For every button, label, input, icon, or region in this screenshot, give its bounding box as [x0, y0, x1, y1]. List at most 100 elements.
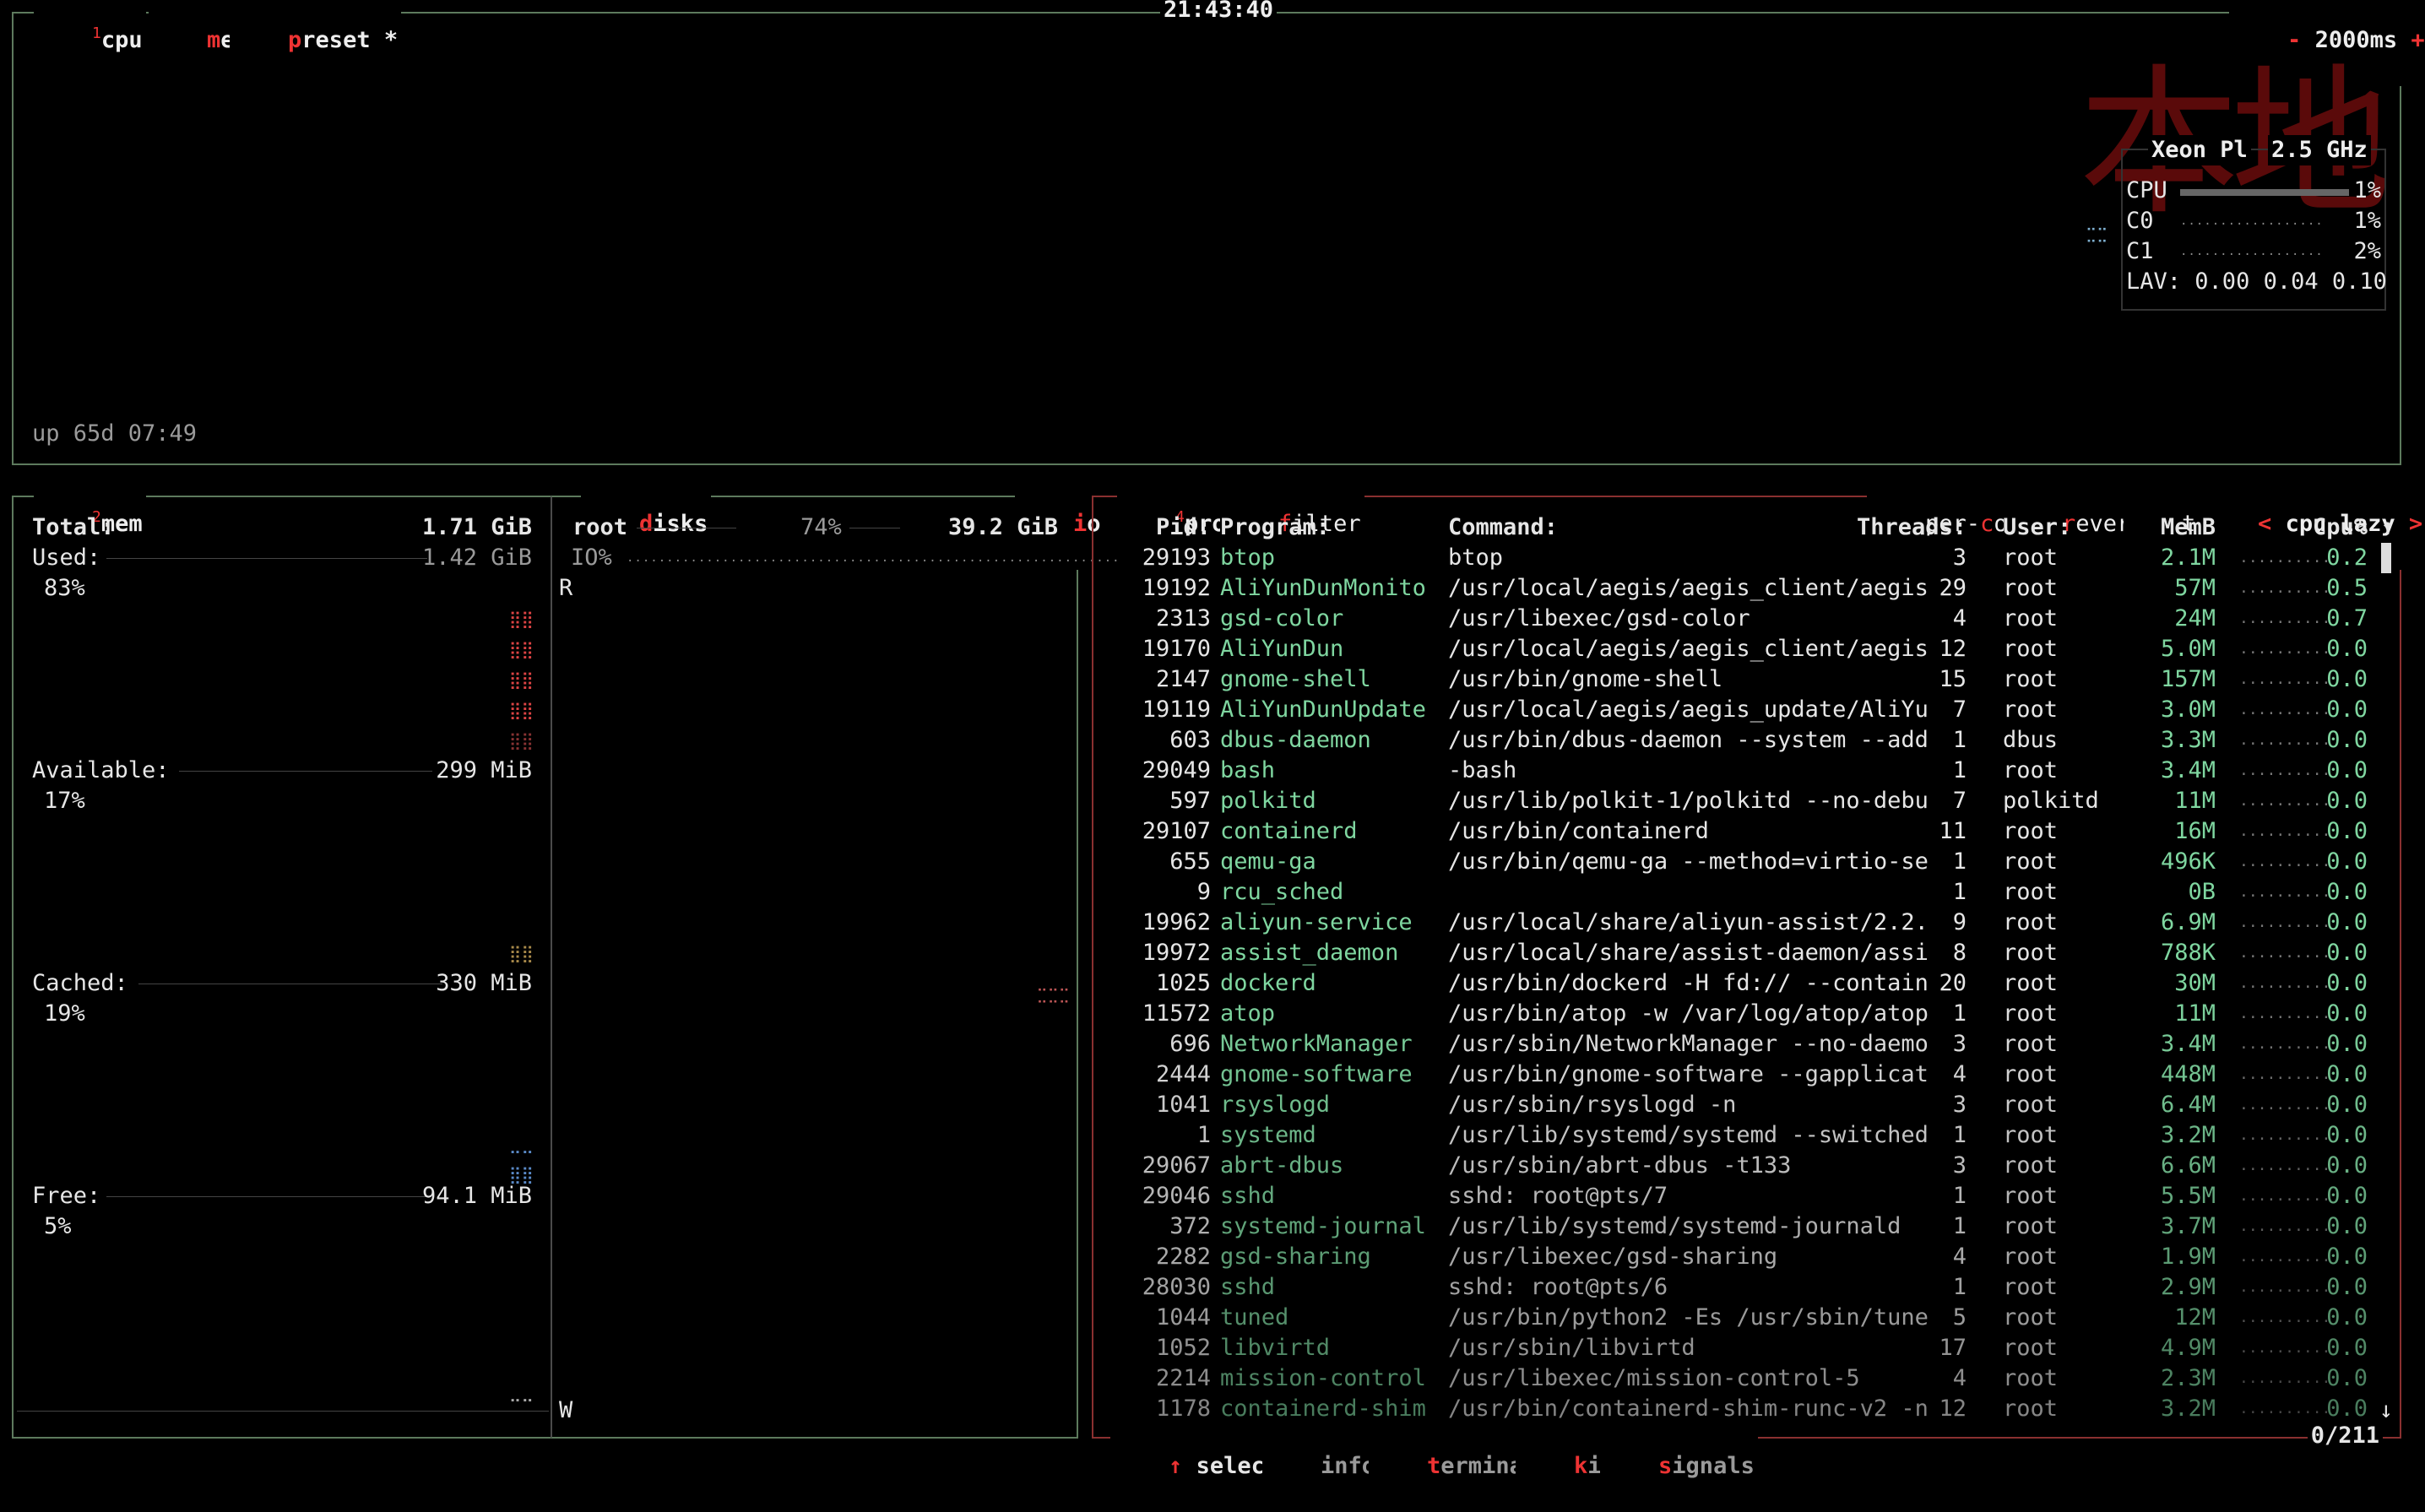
cell-threads: 11	[1939, 818, 1967, 844]
cell-program: tuned	[1220, 1304, 1289, 1330]
table-row[interactable]: 1 systemd/usr/lib/systemd/systemd --switc…	[1093, 1120, 2401, 1151]
table-row[interactable]: 19192 AliYunDunMonito/usr/local/aegis/aeg…	[1093, 573, 2401, 604]
mem-cached-label: Cached:	[32, 970, 128, 996]
cell-mem: 157M	[2160, 666, 2216, 692]
cell-user: root	[2003, 1092, 2059, 1118]
cell-mem: 57M	[2174, 575, 2216, 601]
table-row[interactable]: 1041 rsyslogd/usr/sbin/rsyslogd -n 3 root 6.…	[1093, 1090, 2401, 1120]
cell-cpu-sparkline: ..........	[2239, 913, 2331, 931]
mem-available-graph: ⣿⣿	[508, 943, 534, 963]
table-row[interactable]: 2444 gnome-software/usr/bin/gnome-softwar…	[1093, 1059, 2401, 1090]
cell-mem: 16M	[2174, 818, 2216, 844]
footer-signals[interactable]: signals	[1600, 1421, 1758, 1512]
cell-program: AliYunDun	[1220, 636, 1344, 662]
table-row[interactable]: 29049 bash -bash 1 root 3.4M 0.0..........	[1093, 756, 2401, 786]
cell-threads: 1	[1952, 1274, 1967, 1300]
disk-io-percent-label: IO%	[571, 545, 612, 571]
cell-pid: 1044	[1155, 1304, 1211, 1330]
table-row[interactable]: 29067 abrt-dbus/usr/sbin/abrt-dbus -t133 3…	[1093, 1151, 2401, 1181]
cell-pid: 11572	[1142, 1000, 1211, 1027]
table-row[interactable]: 1044 tuned/usr/bin/python2 -Es /usr/sbin/…	[1093, 1303, 2401, 1333]
cell-cpu: 0.0	[2326, 970, 2368, 996]
table-row[interactable]: 19972 assist_daemon/usr/local/share/assis…	[1093, 938, 2401, 968]
interval-increase-button[interactable]: +	[2411, 27, 2424, 53]
load-average: LAV: 0.00 0.04 0.10	[2126, 267, 2387, 297]
table-row[interactable]: 19119 AliYunDunUpdate/usr/local/aegis/aeg…	[1093, 695, 2401, 725]
cell-threads: 1	[1952, 1122, 1967, 1148]
cell-user: root	[2003, 757, 2059, 783]
table-row[interactable]: 603 dbus-daemon/usr/bin/dbus-daemon --sys…	[1093, 725, 2401, 756]
table-row[interactable]: 597 polkitd/usr/lib/polkit-1/polkitd --no…	[1093, 786, 2401, 816]
cell-command: /usr/libexec/mission-control-5	[1448, 1365, 1860, 1391]
table-row[interactable]: 372 systemd-journal/usr/lib/systemd/syste…	[1093, 1211, 2401, 1242]
scrollbar-thumb[interactable]	[2381, 543, 2391, 573]
cell-command: /usr/bin/atop -w /var/log/atop/atop	[1448, 1000, 1929, 1027]
cell-program: abrt-dbus	[1220, 1152, 1344, 1179]
header-threads[interactable]: Threads:	[1857, 512, 1967, 543]
table-row[interactable]: 9 rcu_sched 1 root 0B 0.0..........	[1093, 877, 2401, 908]
header-program[interactable]: Program:	[1220, 512, 1330, 543]
cell-user: root	[2003, 1274, 2059, 1300]
cell-cpu: 0.0	[2326, 940, 2368, 966]
cell-program: dockerd	[1220, 970, 1316, 996]
disks-panel: disks io root 74% 39.2 GiB IO% .........…	[551, 479, 1167, 1439]
header-cpu[interactable]: Cpu%	[2313, 512, 2368, 543]
table-row[interactable]: 28030 sshd sshd: root@pts/6 1 root 2.9M 0.0...…	[1093, 1272, 2401, 1303]
cell-cpu: 0.0	[2326, 1274, 2368, 1300]
table-row[interactable]: 696 NetworkManager/usr/sbin/NetworkManage…	[1093, 1029, 2401, 1059]
cell-pid: 29046	[1142, 1183, 1211, 1209]
header-command[interactable]: Command:	[1448, 512, 1558, 543]
table-row[interactable]: 11572 atop/usr/bin/atop -w /var/log/atop/…	[1093, 999, 2401, 1029]
header-mem[interactable]: MemB	[2161, 512, 2216, 543]
scroll-up-arrow[interactable]: ↑	[2381, 512, 2395, 543]
cell-cpu: 0.0	[2326, 1061, 2368, 1087]
header-pid[interactable]: Pid:	[1156, 512, 1211, 543]
cpu-total-label: CPU	[2126, 177, 2167, 203]
core1-label: C1	[2126, 238, 2154, 264]
cell-cpu-sparkline: ..........	[2239, 670, 2331, 688]
table-row[interactable]: 19962 aliyun-service/usr/local/share/aliy…	[1093, 908, 2401, 938]
cell-cpu-sparkline: ..........	[2239, 1035, 2331, 1053]
proc-panel: 4proc filter per-core reverse tree < cpu…	[1092, 479, 2425, 1512]
cell-cpu: 0.0	[2326, 1395, 2368, 1422]
mem-free-value: 94.1 MiB	[421, 1183, 532, 1209]
table-row[interactable]: 655 qemu-ga/usr/bin/qemu-ga --method=virt…	[1093, 847, 2401, 877]
cell-pid: 9	[1196, 879, 1211, 905]
cell-pid: 655	[1169, 848, 1211, 875]
table-row[interactable]: 2282 gsd-sharing/usr/libexec/gsd-sharing 4…	[1093, 1242, 2401, 1272]
cell-threads: 9	[1952, 909, 1967, 935]
table-row[interactable]: 1025 dockerd/usr/bin/dockerd -H fd:// --c…	[1093, 968, 2401, 999]
table-row[interactable]: 2147 gnome-shell/usr/bin/gnome-shell 15 roo…	[1093, 664, 2401, 695]
table-row[interactable]: 2313 gsd-color/usr/libexec/gsd-color 4 root…	[1093, 604, 2401, 634]
table-row[interactable]: 29107 containerd/usr/bin/containerd 11 root…	[1093, 816, 2401, 847]
cell-cpu-sparkline: ..........	[2239, 792, 2331, 810]
cell-command: sshd: root@pts/6	[1448, 1274, 1668, 1300]
cell-program: gnome-shell	[1220, 666, 1371, 692]
table-row[interactable]: 1178 containerd-shim/usr/bin/containerd-s…	[1093, 1394, 2401, 1424]
table-row[interactable]: 1052 libvirtd/usr/sbin/libvirtd 17 root 4.9M…	[1093, 1333, 2401, 1363]
cell-mem: 5.0M	[2160, 636, 2216, 662]
cell-threads: 7	[1952, 788, 1967, 814]
sort-next-button[interactable]: >	[2409, 511, 2422, 537]
table-row[interactable]: 2214 mission-control/usr/libexec/mission-…	[1093, 1363, 2401, 1394]
cell-mem: 1.9M	[2160, 1244, 2216, 1270]
cpu-title[interactable]: 1cpu	[34, 0, 146, 86]
signals-key: s	[1658, 1453, 1673, 1479]
header-user[interactable]: User:	[2003, 512, 2071, 543]
table-row[interactable]: 29046 sshd sshd: root@pts/7 1 root 5.5M 0.0...…	[1093, 1181, 2401, 1211]
cell-user: root	[2003, 909, 2059, 935]
cell-pid: 19972	[1142, 940, 1211, 966]
proc-header-row: Pid: Program: Command: Threads: User: Me…	[1093, 512, 2401, 543]
mem-bottom-line	[17, 1411, 549, 1412]
cell-command: /usr/sbin/libvirtd	[1448, 1335, 1695, 1361]
cell-user: root	[2003, 1122, 2059, 1148]
cell-cpu-sparkline: ..........	[2239, 640, 2331, 658]
disk-read-label: R	[559, 575, 573, 601]
preset-button[interactable]: preset *	[230, 0, 402, 86]
cell-cpu-sparkline: ..........	[2239, 731, 2331, 749]
cell-cpu-sparkline: ..........	[2239, 1248, 2331, 1265]
cell-threads: 1	[1952, 848, 1967, 875]
cell-command: /usr/lib/systemd/systemd-journald	[1448, 1213, 1901, 1239]
table-row[interactable]: 29193 btop btop 3 root 2.1M 0.2..........	[1093, 543, 2401, 573]
table-row[interactable]: 19170 AliYunDun/usr/local/aegis/aegis_cli…	[1093, 634, 2401, 664]
